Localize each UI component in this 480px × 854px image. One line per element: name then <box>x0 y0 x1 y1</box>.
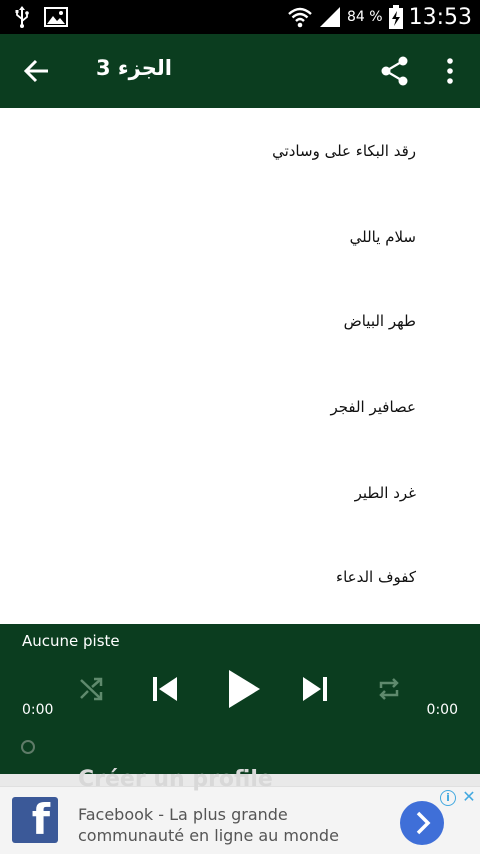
list-item[interactable]: سلام ياللي <box>16 228 416 246</box>
share-icon <box>381 56 408 86</box>
ad-headline: Facebook - La plus grande <box>78 805 288 824</box>
usb-icon <box>15 6 29 28</box>
battery-percent: 84 % <box>347 9 383 25</box>
status-bar: 84 % 13:53 <box>0 0 480 34</box>
shuffle-icon <box>80 677 103 701</box>
list-item[interactable]: غرد الطير <box>16 484 416 502</box>
app-bar: الجزء 3 <box>0 34 480 108</box>
battery-charging-icon <box>388 5 403 29</box>
adchoices-info-icon[interactable]: i <box>440 790 456 806</box>
share-button[interactable] <box>380 56 410 86</box>
ad-subline: communauté en ligne au monde <box>78 826 339 845</box>
next-icon <box>303 677 327 701</box>
page-title: الجزء 3 <box>96 56 172 80</box>
list-item[interactable]: رقد البكاء على وسادتي <box>16 142 416 160</box>
play-button[interactable] <box>222 668 264 710</box>
list-item[interactable]: طهر البياض <box>16 312 416 330</box>
track-list: رقد البكاء على وسادتي سلام ياللي طهر الب… <box>0 108 480 624</box>
ad-background-text: Créer un profile <box>78 767 273 792</box>
wifi-icon <box>288 7 312 28</box>
chevron-right-icon <box>416 811 431 835</box>
shuffle-button[interactable] <box>78 676 104 702</box>
ad-banner[interactable]: Créer un profile f Facebook - La plus gr… <box>0 767 480 854</box>
more-vert-icon <box>447 58 453 84</box>
list-item[interactable]: عصافير الفجر <box>16 398 416 416</box>
total-time: 0:00 <box>426 702 458 718</box>
more-options-button[interactable] <box>438 56 462 86</box>
ad-open-button[interactable] <box>400 801 444 845</box>
repeat-button[interactable] <box>376 676 402 702</box>
back-arrow-icon <box>23 59 48 83</box>
next-button[interactable] <box>300 674 330 704</box>
previous-button[interactable] <box>150 674 180 704</box>
image-icon <box>44 7 68 27</box>
seek-handle[interactable] <box>21 740 35 754</box>
repeat-icon <box>379 678 399 700</box>
track-title: Aucune piste <box>22 632 120 650</box>
current-time: 0:00 <box>22 702 54 718</box>
ad-close-icon[interactable]: ✕ <box>460 788 478 806</box>
play-icon <box>229 670 260 708</box>
clock: 13:53 <box>408 4 472 30</box>
back-button[interactable] <box>22 56 52 86</box>
media-player: Aucune piste 0:00 0:00 <box>0 624 480 774</box>
signal-icon <box>320 7 341 27</box>
list-item[interactable]: كفوف الدعاء <box>16 568 416 586</box>
facebook-logo-icon: f <box>12 797 58 843</box>
previous-icon <box>153 677 177 701</box>
